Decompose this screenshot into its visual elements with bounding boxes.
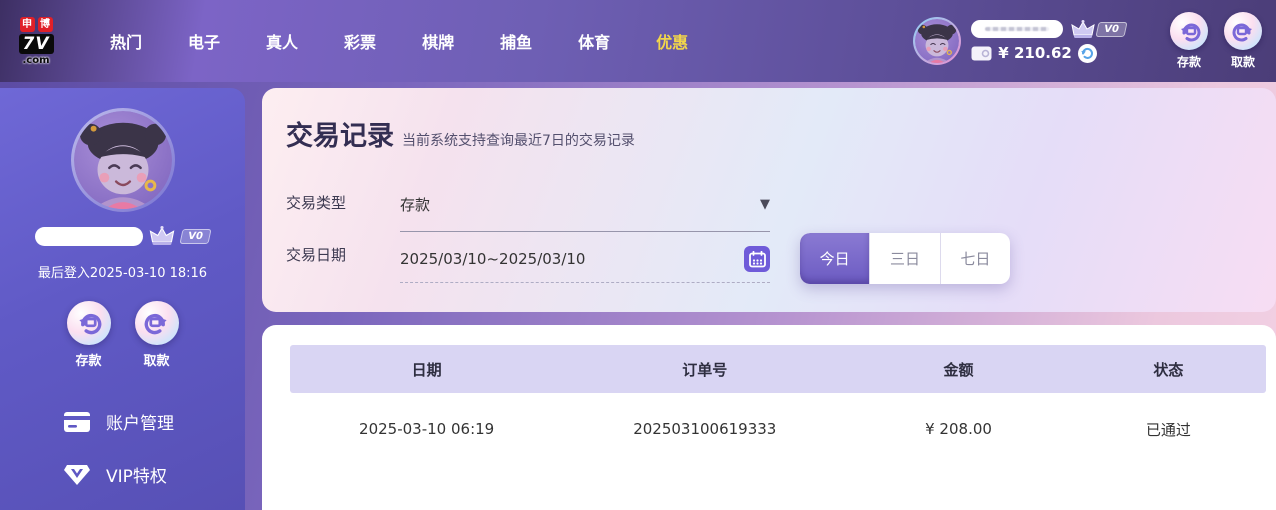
deposit-button[interactable]: 存款 (66, 301, 111, 369)
nav-item-sports[interactable]: 体育 (563, 19, 625, 63)
menu-label: 账户管理 (106, 414, 174, 434)
username-masked (971, 20, 1064, 38)
nav-item-chess[interactable]: 棋牌 (407, 19, 469, 63)
nav-item-live[interactable]: 真人 (251, 19, 313, 63)
withdraw-button[interactable]: 取款 (1224, 12, 1262, 70)
user-avatar[interactable] (913, 17, 962, 65)
withdraw-icon (134, 301, 179, 345)
transaction-date-value: 2025/03/10~2025/03/10 (400, 250, 586, 268)
sidebar: V0 最后登入2025-03-10 18:16 存款 取款 账户管理 VIP特权 (0, 88, 245, 510)
crown-icon (150, 226, 175, 246)
refresh-balance-icon[interactable] (1077, 43, 1097, 63)
nav-item-fishing[interactable]: 捕鱼 (485, 19, 547, 63)
sidebar-quick-actions: 存款 取款 (0, 301, 245, 369)
main-nav: 热门 电子 真人 彩票 棋牌 捕鱼 体育 优惠 (87, 19, 711, 63)
wallet-icon (971, 46, 992, 61)
logo-badges: 申 博 (19, 16, 53, 32)
results-panel: 日期 订单号 金额 状态 2025-03-10 06:19 2025031006… (262, 325, 1276, 510)
nav-item-slots[interactable]: 电子 (173, 19, 235, 63)
main-content: 交易记录 当前系统支持查询最近7日的交易记录 交易类型 存款 ▼ 交易日期 20… (262, 88, 1276, 510)
table-row: 2025-03-10 06:19 202503100619333 ¥ 208.0… (290, 393, 1266, 465)
col-header-amount: 金额 (943, 360, 974, 379)
deposit-label: 存款 (1176, 55, 1201, 69)
withdraw-icon (1224, 12, 1262, 50)
logo-com: .com (22, 54, 50, 66)
crown-icon (1071, 19, 1095, 38)
sidebar-item-red-packet[interactable]: 红利红包 (0, 501, 245, 510)
logo-badge-bo: 博 (37, 16, 53, 32)
site-logo[interactable]: 申 博 7V .com (9, 16, 63, 66)
logo-7v: 7V (18, 33, 54, 54)
deposit-icon (1170, 12, 1208, 50)
avatar-image (73, 111, 172, 209)
transaction-type-label: 交易类型 (286, 194, 347, 212)
page-title: 交易记录 (286, 121, 394, 152)
sidebar-item-account[interactable]: 账户管理 (0, 395, 245, 448)
filter-panel: 交易记录 当前系统支持查询最近7日的交易记录 交易类型 存款 ▼ 交易日期 20… (262, 88, 1276, 312)
transaction-type-value: 存款 (400, 196, 431, 214)
tab-three-days[interactable]: 三日 (870, 233, 941, 284)
calendar-icon[interactable] (744, 246, 770, 272)
cell-date: 2025-03-10 06:19 (359, 420, 495, 438)
nav-item-hot[interactable]: 热门 (95, 19, 157, 63)
last-login-text: 最后登入2025-03-10 18:16 (37, 266, 208, 281)
sidebar-item-vip[interactable]: VIP特权 (0, 448, 245, 501)
nav-item-lottery[interactable]: 彩票 (329, 19, 391, 63)
deposit-button[interactable]: 存款 (1170, 12, 1208, 70)
col-header-status: 状态 (1153, 360, 1184, 379)
vip-level-badge: V0 (179, 228, 212, 244)
page-subtitle: 当前系统支持查询最近7日的交易记录 (402, 133, 635, 149)
card-icon (64, 411, 90, 432)
col-header-date: 日期 (411, 360, 442, 379)
sidebar-avatar (70, 108, 175, 212)
menu-label: VIP特权 (106, 467, 167, 487)
vip-level-badge: V0 (1095, 21, 1128, 37)
balance-amount: ¥ 210.62 (998, 44, 1072, 62)
vip-diamond-icon (64, 464, 90, 486)
transactions-table: 日期 订单号 金额 状态 2025-03-10 06:19 2025031006… (290, 345, 1266, 465)
sidebar-menu: 账户管理 VIP特权 红利红包 (0, 395, 245, 510)
navbar-quick-actions: 存款 取款 (1170, 12, 1262, 70)
withdraw-label: 取款 (143, 354, 170, 369)
cell-order: 202503100619333 (633, 420, 777, 438)
user-info: V0 ¥ 210.62 (971, 19, 1128, 63)
transaction-date-label: 交易日期 (286, 246, 347, 264)
username-masked (35, 226, 144, 246)
chevron-down-icon: ▼ (760, 197, 770, 212)
cell-amount: ¥ 208.00 (925, 420, 992, 438)
logo-badge-shen: 申 (19, 16, 35, 32)
withdraw-label: 取款 (1230, 55, 1255, 69)
transaction-type-select[interactable]: 存款 ▼ (400, 178, 770, 232)
sidebar-user-row: V0 (0, 226, 245, 246)
deposit-label: 存款 (75, 354, 102, 369)
date-range-tabs: 今日 三日 七日 (800, 233, 1010, 284)
vip-tag: V0 (1071, 19, 1128, 39)
deposit-icon (66, 301, 111, 345)
avatar-image (915, 19, 960, 63)
cell-status: 已通过 (1145, 420, 1191, 439)
tab-seven-days[interactable]: 七日 (941, 233, 1010, 284)
nav-item-promotions[interactable]: 优惠 (641, 19, 703, 63)
withdraw-button[interactable]: 取款 (134, 301, 179, 369)
table-header: 日期 订单号 金额 状态 (290, 345, 1266, 393)
transaction-date-input[interactable]: 2025/03/10~2025/03/10 (400, 236, 770, 283)
transaction-records-page: { "navbar": { "logo": { "badge1": "申", "… (0, 0, 1276, 510)
navbar-user-area: V0 ¥ 210.62 存款 取款 (913, 0, 1276, 82)
tab-today[interactable]: 今日 (800, 233, 871, 284)
col-header-order: 订单号 (682, 360, 728, 379)
top-navbar: 申 博 7V .com 热门 电子 真人 彩票 棋牌 捕鱼 体育 优惠 V0 ¥… (0, 0, 1276, 82)
